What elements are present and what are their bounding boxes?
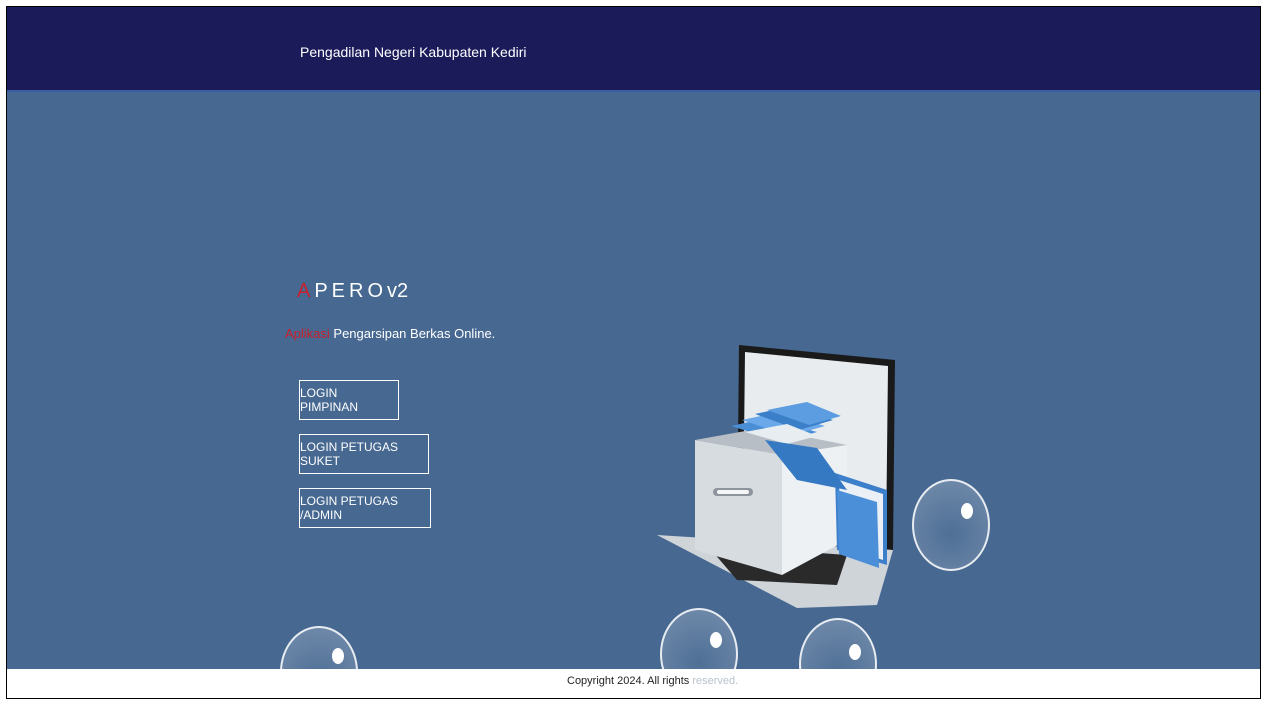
decorative-bubble [660, 608, 738, 669]
site-title: Pengadilan Negeri Kabupaten Kediri [300, 44, 527, 60]
filing-cabinet-laptop-icon [657, 345, 895, 608]
top-header: Pengadilan Negeri Kabupaten Kediri [7, 7, 1260, 92]
login-petugas-admin-button[interactable]: LOGIN PETUGAS /ADMIN [299, 488, 431, 528]
tagline-highlight: Aplikasi [285, 326, 330, 341]
copyright-text: Copyright 2024. All rights reserved. [567, 675, 738, 687]
hero-section: APEROv2 Aplikasi Pengarsipan Berkas Onli… [7, 92, 1260, 669]
decorative-bubble [912, 479, 990, 571]
app-title-version: v2 [387, 280, 409, 302]
decorative-bubble [280, 626, 358, 669]
page-frame: Pengadilan Negeri Kabupaten Kediri APERO… [6, 6, 1261, 699]
copyright-main: Copyright 2024. All rights [567, 675, 690, 687]
login-pimpinan-button[interactable]: LOGIN PIMPINAN [299, 380, 399, 420]
app-title: APEROv2 [297, 280, 408, 303]
app-tagline: Aplikasi Pengarsipan Berkas Online. [285, 326, 495, 341]
tagline-text: Pengarsipan Berkas Online. [329, 326, 496, 341]
login-petugas-suket-button[interactable]: LOGIN PETUGAS SUKET [299, 434, 429, 474]
copyright-faded: reserved. [689, 675, 739, 687]
app-title-initial: A [297, 280, 315, 302]
app-title-name: PERO [314, 280, 388, 302]
page-footer: Copyright 2024. All rights reserved. [7, 669, 1260, 698]
decorative-bubble [799, 618, 877, 669]
